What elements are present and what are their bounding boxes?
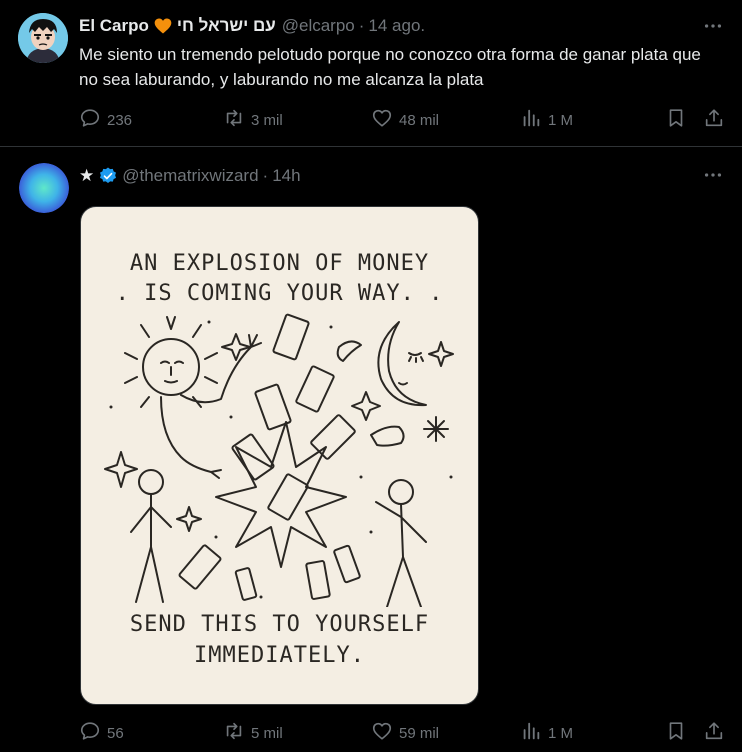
repost-icon: [223, 107, 245, 133]
action-bar: 236 3 mil 48 mil 1 M: [79, 107, 727, 131]
bookmark-button[interactable]: [665, 107, 687, 133]
avatar-elcarpo[interactable]: [18, 13, 68, 63]
tweet-elcarpo[interactable]: El Carpo עם ישראל חי @elcarpo · 14 ago. …: [0, 0, 742, 147]
verified-badge-icon: [98, 166, 118, 186]
display-name[interactable]: El Carpo: [79, 16, 149, 36]
repost-icon: [223, 720, 245, 746]
reply-count: 236: [107, 111, 133, 129]
dollar-bills: [178, 313, 361, 601]
share-icon: [703, 107, 725, 133]
repost-count: 3 mil: [251, 111, 283, 129]
like-button[interactable]: 59 mil: [371, 720, 439, 746]
tweet-image[interactable]: AN EXPLOSION OF MONEY . IS COMING YOUR W…: [80, 206, 479, 705]
views-button[interactable]: 1 M: [520, 720, 573, 746]
more-icon[interactable]: [702, 164, 724, 186]
reply-icon: [79, 107, 101, 133]
like-button[interactable]: 48 mil: [371, 107, 439, 133]
like-count: 48 mil: [399, 111, 440, 129]
handle[interactable]: @elcarpo: [282, 16, 355, 36]
image-text-line-2: . IS COMING YOUR WAY. .: [115, 281, 444, 306]
reply-button[interactable]: 56: [79, 720, 124, 746]
bookmark-icon: [665, 107, 687, 133]
bookmark-icon: [665, 720, 687, 746]
avatar-thematrixwizard[interactable]: [19, 163, 69, 213]
display-name-suffix: עם ישראל חי: [176, 16, 276, 35]
like-icon: [371, 720, 393, 746]
image-text-line-1: AN EXPLOSION OF MONEY: [129, 251, 430, 276]
like-count: 59 mil: [399, 724, 440, 742]
handle[interactable]: @thematrixwizard: [122, 166, 258, 186]
repost-button[interactable]: 3 mil: [223, 107, 283, 133]
action-bar: 56 5 mil 59 mil 1 M: [79, 720, 727, 744]
image-text-line-4: IMMEDIATELY.: [194, 643, 365, 668]
views-count: 1 M: [548, 724, 574, 742]
right-person-head: [388, 479, 414, 505]
money-explosion-illustration: [104, 313, 454, 607]
views-button[interactable]: 1 M: [520, 107, 573, 133]
tweet-thematrixwizard[interactable]: ★ @thematrixwizard · 14h AN EXPLOSION OF…: [0, 147, 742, 752]
left-person-head: [138, 469, 164, 495]
timestamp[interactable]: 14 ago.: [368, 16, 425, 36]
share-button[interactable]: [703, 107, 725, 133]
views-icon: [520, 107, 542, 133]
views-count: 1 M: [548, 111, 574, 129]
share-button[interactable]: [703, 720, 725, 746]
like-icon: [371, 107, 393, 133]
repost-button[interactable]: 5 mil: [223, 720, 283, 746]
image-text-line-3: SEND THIS TO YOURSELF: [129, 612, 430, 637]
reply-button[interactable]: 236: [79, 107, 132, 133]
tweet-header: El Carpo עם ישראל חי @elcarpo · 14 ago.: [79, 14, 425, 38]
timestamp[interactable]: 14h: [272, 166, 300, 186]
share-icon: [703, 720, 725, 746]
tweet-text: Me siento un tremendo pelotudo porque no…: [79, 45, 701, 89]
star-prefix[interactable]: ★: [79, 166, 94, 186]
separator: ·: [358, 16, 365, 35]
reply-icon: [79, 720, 101, 746]
orange-heart-icon: [153, 16, 173, 36]
more-icon[interactable]: [702, 15, 724, 37]
views-icon: [520, 720, 542, 746]
tweet-header: ★ @thematrixwizard · 14h: [79, 164, 301, 188]
bookmark-button[interactable]: [665, 720, 687, 746]
reply-count: 56: [107, 724, 124, 742]
separator: ·: [262, 166, 269, 185]
repost-count: 5 mil: [251, 724, 283, 742]
